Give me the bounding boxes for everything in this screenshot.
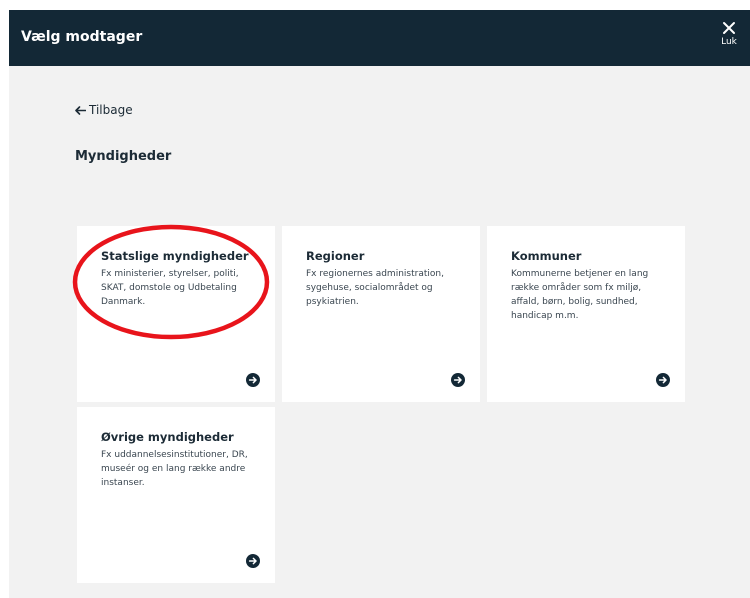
card-title: Kommuner [511,249,582,263]
back-link[interactable]: Tilbage [75,103,133,117]
close-label: Luk [721,37,737,47]
arrow-right-circle-icon [656,373,670,387]
section-title: Myndigheder [75,149,172,164]
card-statslige-myndigheder[interactable]: Statslige myndigheder Fx ministerier, st… [77,226,275,402]
back-label: Tilbage [89,103,133,117]
card-oevrige-myndigheder[interactable]: Øvrige myndigheder Fx uddannelsesinstitu… [77,407,275,583]
card-title: Øvrige myndigheder [101,430,234,444]
card-regioner[interactable]: Regioner Fx regionernes administration, … [282,226,480,402]
arrow-right-circle-icon [246,373,260,387]
card-title: Regioner [306,249,365,263]
card-description: Fx regionernes administration, sygehuse,… [306,269,444,307]
arrow-right-circle-icon [451,373,465,387]
arrow-left-icon [75,105,86,115]
close-icon [723,22,735,34]
modal-window: Vælg modtager Luk Tilbage Myndigheder St… [9,10,750,598]
close-button[interactable]: Luk [716,19,742,57]
card-title: Statslige myndigheder [101,249,249,263]
card-description: Fx uddannelsesinstitutioner, DR, museér … [101,450,248,488]
arrow-right-circle-icon [246,554,260,568]
card-kommuner[interactable]: Kommuner Kommunerne betjener en lang ræk… [487,226,685,402]
modal-header: Vælg modtager Luk [9,10,750,66]
card-description: Kommunerne betjener en lang række område… [511,269,649,321]
card-description: Fx ministerier, styrelser, politi, SKAT,… [101,269,239,307]
modal-title: Vælg modtager [21,29,143,45]
